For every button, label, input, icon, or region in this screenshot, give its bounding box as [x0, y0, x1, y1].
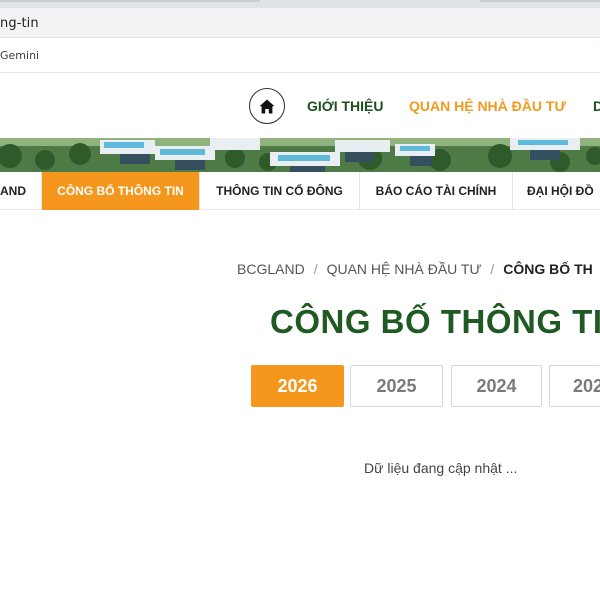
- bookmarks-bar: Gemini: [0, 38, 600, 73]
- address-text[interactable]: ng-tin: [0, 16, 39, 31]
- breadcrumb-separator: /: [313, 261, 318, 277]
- header-banner-image: [0, 138, 600, 172]
- home-button[interactable]: [249, 88, 285, 124]
- subnav-item-label: THÔNG TIN CỔ ĐÔNG: [216, 184, 343, 198]
- subnav-item-dai-hoi-dong[interactable]: ĐẠI HỘI ĐỒ: [513, 172, 600, 210]
- banner-illustration: [0, 138, 600, 172]
- subnav-item-bcgland[interactable]: AND: [0, 172, 42, 210]
- nav-quan-he-nha-dau-tu[interactable]: QUAN HỆ NHÀ ĐẦU TƯ: [409, 98, 566, 114]
- browser-tab-edge: [0, 0, 260, 2]
- page-title: CÔNG BỐ THÔNG TI: [270, 303, 600, 340]
- browser-tab-edge: [480, 0, 600, 2]
- subnav-item-label: ĐẠI HỘI ĐỒ: [527, 184, 594, 198]
- breadcrumb-home-link[interactable]: BCGLAND: [237, 261, 305, 277]
- empty-state-message: Dữ liệu đang cập nhật ...: [364, 460, 518, 476]
- address-bar[interactable]: ng-tin: [0, 8, 600, 38]
- breadcrumb-separator: /: [490, 261, 495, 277]
- year-tab-2024[interactable]: 2024: [451, 365, 542, 407]
- breadcrumb-current: CÔNG BỐ TH: [503, 261, 593, 277]
- subnav-item-label: CÔNG BỐ THÔNG TIN: [57, 184, 184, 198]
- bookmark-gemini[interactable]: Gemini: [0, 49, 39, 62]
- breadcrumb-investor-link[interactable]: QUAN HỆ NHÀ ĐẦU TƯ: [327, 261, 482, 277]
- subnav-item-label: BÁO CÁO TÀI CHÍNH: [375, 184, 497, 198]
- nav-gioi-thieu[interactable]: GIỚI THIỆU: [307, 98, 384, 114]
- subnav-item-cong-bo-thong-tin[interactable]: CÔNG BỐ THÔNG TIN: [42, 172, 200, 210]
- nav-partial-item[interactable]: D: [593, 98, 600, 114]
- browser-tab-strip: [0, 0, 600, 8]
- home-icon: [259, 99, 275, 113]
- subnav-item-label: AND: [0, 184, 26, 198]
- year-tab-partial[interactable]: 202: [549, 365, 600, 407]
- breadcrumb: BCGLAND / QUAN HỆ NHÀ ĐẦU TƯ / CÔNG BỐ TH: [237, 261, 593, 277]
- subnav-item-bao-cao-tai-chinh[interactable]: BÁO CÁO TÀI CHÍNH: [360, 172, 513, 210]
- year-tab-2025[interactable]: 2025: [350, 365, 443, 407]
- site-header: GIỚI THIỆU QUAN HỆ NHÀ ĐẦU TƯ D: [0, 74, 600, 138]
- year-tab-2026[interactable]: 2026: [251, 365, 344, 407]
- subnav-item-thong-tin-co-dong[interactable]: THÔNG TIN CỔ ĐÔNG: [200, 172, 360, 210]
- sub-navigation: AND CÔNG BỐ THÔNG TIN THÔNG TIN CỔ ĐÔNG …: [0, 172, 600, 210]
